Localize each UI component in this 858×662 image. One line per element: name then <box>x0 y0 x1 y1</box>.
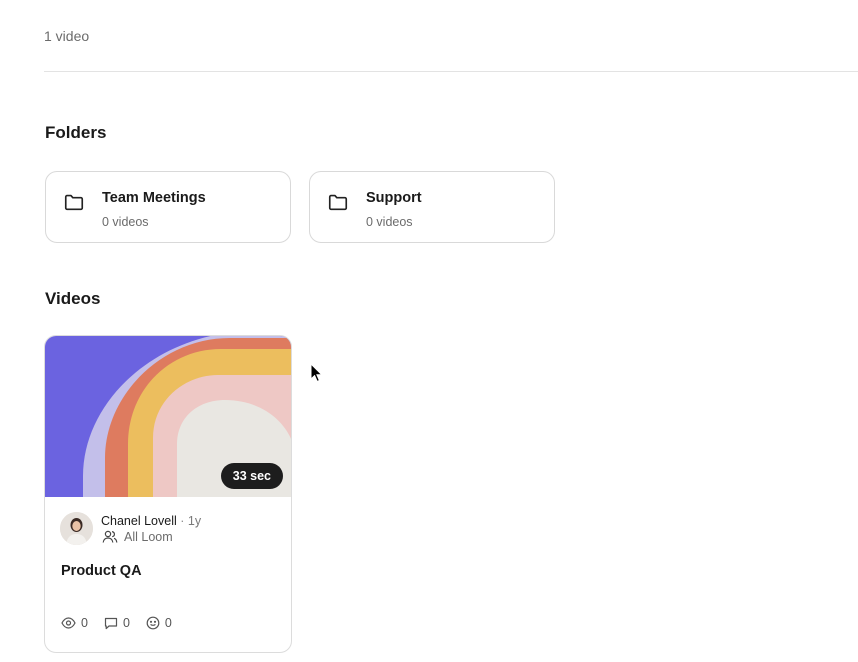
space-name: All Loom <box>124 530 173 544</box>
folder-video-count: 0 videos <box>102 215 149 229</box>
folder-icon <box>328 194 348 211</box>
people-icon <box>102 530 118 543</box>
video-title[interactable]: Product QA <box>61 563 142 579</box>
duration-badge: 33 sec <box>220 463 283 489</box>
folder-video-count: 0 videos <box>366 215 413 229</box>
folder-card-team-meetings[interactable]: Team Meetings 0 videos <box>45 171 291 243</box>
folder-name: Support <box>366 190 422 206</box>
videos-heading: Videos <box>45 289 101 308</box>
comments-stat: 0 <box>104 616 130 630</box>
folders-heading: Folders <box>45 123 107 142</box>
reactions-count: 0 <box>164 616 172 630</box>
comment-icon <box>104 617 118 629</box>
comments-count: 0 <box>122 616 130 630</box>
video-card[interactable]: 33 sec Chanel Lovell · 1y All Loom Produ… <box>44 335 292 653</box>
smiley-icon <box>146 616 160 630</box>
eye-icon <box>61 617 76 629</box>
video-stats: 0 0 0 <box>61 616 188 630</box>
header-divider <box>44 71 858 72</box>
reactions-stat: 0 <box>146 616 172 630</box>
views-count: 0 <box>81 616 88 630</box>
video-count-label: 1 video <box>44 28 90 44</box>
video-age: 1y <box>187 514 202 528</box>
separator: · <box>180 514 185 528</box>
folder-card-support[interactable]: Support 0 videos <box>309 171 555 243</box>
space-label[interactable]: All Loom <box>102 530 173 544</box>
folder-name: Team Meetings <box>102 190 206 206</box>
author-line: Chanel Lovell · 1y <box>101 514 201 528</box>
folder-icon <box>64 194 84 211</box>
mouse-pointer-icon <box>310 363 324 383</box>
author-name[interactable]: Chanel Lovell <box>101 514 177 528</box>
views-stat: 0 <box>61 616 88 630</box>
avatar[interactable] <box>60 512 93 545</box>
